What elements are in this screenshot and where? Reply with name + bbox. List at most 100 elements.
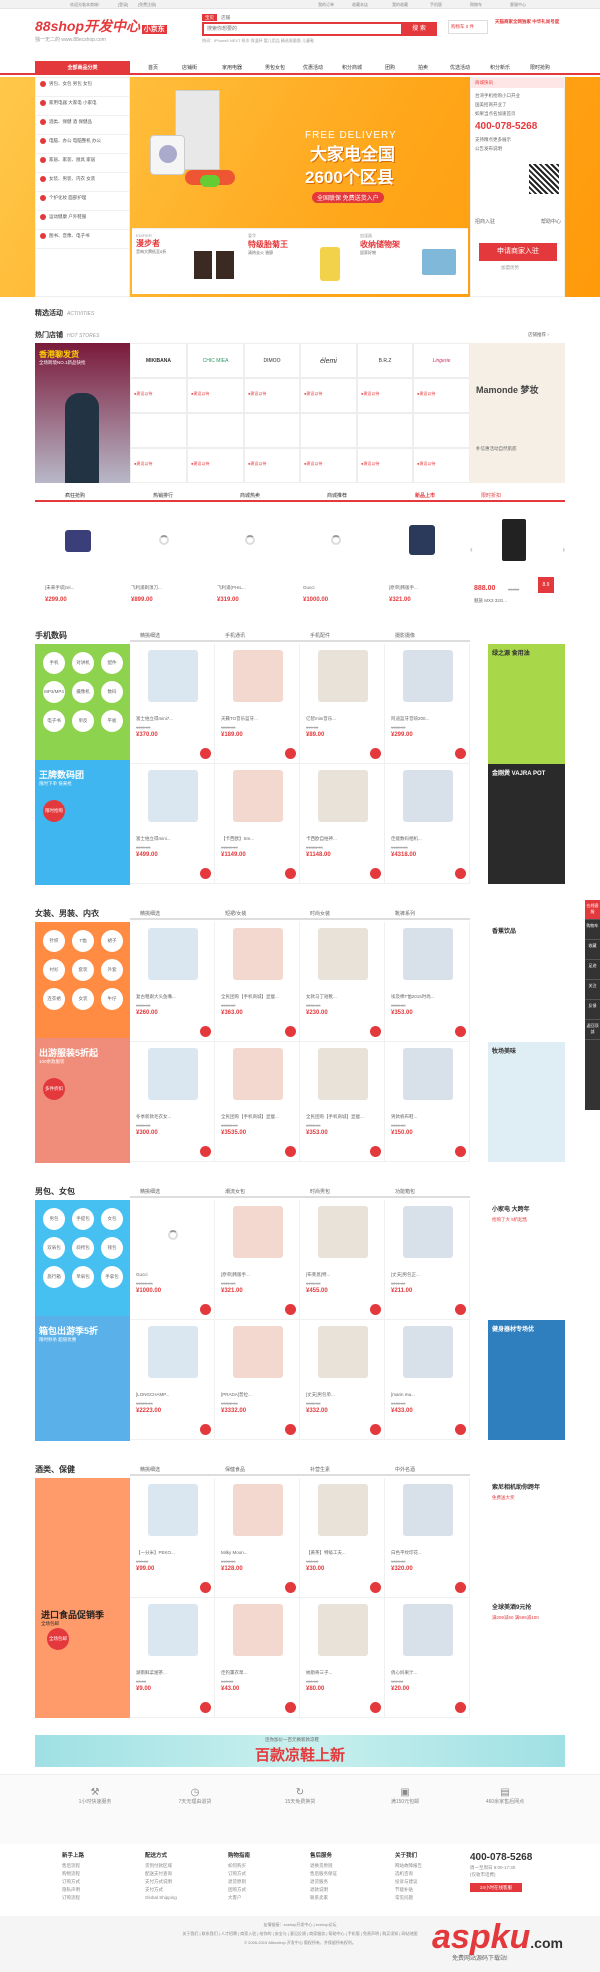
add-to-cart-icon[interactable] (285, 748, 296, 759)
product-card[interactable]: Milky Moon... ¥128.00 ¥128.00 (215, 1478, 300, 1598)
product-card[interactable]: 埃及棉T恤2015时尚... ¥353.00 ¥353.00 (385, 922, 470, 1042)
product-card[interactable]: 【黄茶】特级工夫... ¥30.00 ¥30.00 (300, 1478, 385, 1598)
category-circle[interactable]: 男包 (43, 1208, 65, 1230)
tab-mall-recommend[interactable]: 商城推荐 (327, 492, 347, 499)
shop-cell[interactable]: ●建设以待 (357, 448, 413, 483)
floor-tab[interactable]: 精挑细选 (140, 1466, 160, 1473)
add-to-cart-icon[interactable] (455, 1146, 466, 1157)
nav-item-points[interactable]: 积分商城 (342, 61, 362, 75)
sub-banner-2[interactable]: 爱华 特级胎菊王 清热去火 香醇 (248, 233, 356, 291)
search-tab-product[interactable]: 宝贝 (202, 14, 217, 21)
flash-sale-box[interactable]: ‹ › 8.9 888.00 ¥1000 魅族 MX3 32G... (470, 505, 565, 610)
add-to-cart-icon[interactable] (285, 1582, 296, 1593)
add-to-cart-icon[interactable] (370, 1304, 381, 1315)
tab-new-arrivals[interactable]: 新品上市 (415, 492, 435, 499)
nav-item-points-fun[interactable]: 积分新乐 (490, 61, 510, 75)
floor-tab[interactable]: 靴裤系列 (395, 910, 415, 917)
add-to-cart-icon[interactable] (200, 1304, 211, 1315)
online-service-button[interactable]: 24小时在线客服 (470, 1883, 522, 1892)
product-card[interactable]: 全民团购【手机商城】显瘦... ¥3535.00 ¥3535.00 (215, 1042, 300, 1162)
floor-tab[interactable]: 中外名酒 (395, 1466, 415, 1473)
product-card[interactable]: 冬季新款毛衣女... ¥350.00 ¥300.00 (130, 1042, 215, 1162)
login-link[interactable]: [登录] (118, 2, 128, 8)
category-circle[interactable]: 衬衫 (43, 959, 65, 981)
floor-tab[interactable]: 补营生素 (310, 1466, 330, 1473)
category-circle[interactable]: 双肩包 (43, 1237, 65, 1259)
product-card[interactable]: 卡西欧自拍神... ¥1888.00 ¥1148.00 (300, 764, 385, 884)
tab-flash-discount[interactable]: 限时折扣 (481, 492, 501, 499)
product-card[interactable]: 飞利浦(PHIL... ¥319.00 (207, 505, 293, 610)
shop-cell[interactable] (357, 413, 413, 448)
category-circle[interactable]: 配件 (101, 652, 123, 674)
category-circle[interactable]: 电子书 (43, 710, 65, 732)
add-to-cart-icon[interactable] (370, 748, 381, 759)
product-card[interactable]: [LONGCHAMP... ¥2223.00 ¥2223.00 (130, 1320, 215, 1440)
news-item[interactable]: 如果当点名加速首页 (475, 109, 560, 118)
shop-cell[interactable]: ●建设以待 (300, 448, 357, 483)
floor-promo[interactable]: 出游服装5折起 100余款服装 多件折扣 (35, 1038, 130, 1163)
dock-item[interactable]: 反馈 (585, 1000, 600, 1020)
product-card[interactable]: [原单]韩版手... ¥321.00 (379, 505, 465, 610)
floor-right-ad[interactable]: 绿之源 食用油 (488, 644, 565, 764)
dock-item[interactable]: 返回顶部 (585, 1020, 600, 1040)
shop-brand[interactable]: Lingerie (413, 343, 470, 378)
product-card[interactable]: 佳能数码相机... ¥4699.00 ¥4318.00 (385, 764, 470, 884)
mamonde-ad[interactable]: Mamonde 梦妆 朴信惠活动自然肌底 (470, 343, 565, 483)
floor-tab[interactable]: 精挑细选 (140, 910, 160, 917)
floor-right-ad[interactable]: 香蕉饮品 (488, 922, 565, 1042)
category-circle[interactable]: 摄像机 (72, 681, 94, 703)
add-to-cart-icon[interactable] (370, 1582, 381, 1593)
category-circle[interactable]: MP3/MP4 (43, 681, 65, 703)
shop-cell[interactable] (187, 413, 244, 448)
category-circle[interactable]: 女包 (101, 1208, 123, 1230)
mobile-link[interactable]: 手机版 (430, 2, 442, 8)
add-to-cart-icon[interactable] (285, 1424, 296, 1435)
product-card[interactable]: 亿智mini音乐... ¥99.00 ¥89.00 (300, 644, 385, 764)
product-card[interactable]: [丈夫]男包正... ¥211.00 ¥211.00 (385, 1200, 470, 1320)
add-to-cart-icon[interactable] (285, 1146, 296, 1157)
shop-brand[interactable]: CHIC MIEA (187, 343, 244, 378)
product-card[interactable]: 【一分米】PEKO... ¥99.00 ¥99.00 (130, 1478, 215, 1598)
floor-right-ad[interactable]: 全球美酒9元抢 满299减50 满599减100 (488, 1598, 565, 1718)
prev-arrow-icon[interactable]: ‹ (470, 545, 473, 554)
floor-tab[interactable]: 精挑细选 (140, 632, 160, 639)
tab-help[interactable]: 帮助中心 (541, 218, 561, 225)
side-menu-item[interactable]: 个护化妆 面部护理 (36, 192, 129, 211)
search-tab-shop[interactable]: 店铺 (218, 14, 233, 21)
add-to-cart-icon[interactable] (455, 1702, 466, 1713)
product-card[interactable]: 纳斯奇三子... ¥80.00 ¥80.00 (300, 1598, 385, 1718)
shop-cell[interactable]: ●建设以待 (130, 448, 187, 483)
product-card[interactable]: 全民团购【手机商城】显瘦... ¥353.00 ¥353.00 (300, 1042, 385, 1162)
category-circle[interactable]: 牛仔 (101, 988, 123, 1010)
category-circle[interactable]: 钱包 (101, 1237, 123, 1259)
floor-tab[interactable]: 手机配件 (310, 632, 330, 639)
add-to-cart-icon[interactable] (455, 1582, 466, 1593)
floor-tab[interactable]: 保健食品 (225, 1466, 245, 1473)
add-to-cart-icon[interactable] (285, 868, 296, 879)
shop-brand[interactable]: B.R.Z (357, 343, 413, 378)
product-card[interactable]: 湖南鲜菜湘茶... ¥9.00 ¥9.00 (130, 1598, 215, 1718)
category-circle[interactable]: 裙子 (101, 930, 123, 952)
favorite-shop-link[interactable]: 收藏本店 (352, 2, 368, 8)
floor-tab[interactable]: 手机通讯 (225, 632, 245, 639)
shop-cell[interactable] (130, 413, 187, 448)
add-to-cart-icon[interactable] (455, 868, 466, 879)
product-card[interactable]: 复古粗跟大头鱼嘴... ¥300.00 ¥260.00 (130, 922, 215, 1042)
product-card[interactable]: [PRADA]普拉... ¥3332.00 ¥3332.00 (215, 1320, 300, 1440)
product-card[interactable]: 富士拍立得mini7... ¥450.00 ¥370.00 (130, 644, 215, 764)
floor-promo[interactable]: 进口食品促销季 全场包邮 全场包邮 (35, 1478, 130, 1718)
nav-item-promotions[interactable]: 优惠活动 (303, 61, 323, 75)
add-to-cart-icon[interactable] (455, 1424, 466, 1435)
product-card[interactable]: 白色平纹印花... ¥320.00 ¥320.00 (385, 1478, 470, 1598)
category-circle[interactable]: 连衣裙 (43, 988, 65, 1010)
dock-item[interactable]: 购物车 (585, 920, 600, 940)
news-item[interactable]: 台湾手机抢购小口开业 (475, 91, 560, 100)
product-card[interactable]: Gucci ¥1000.00 ¥1000.00 (130, 1200, 215, 1320)
add-to-cart-icon[interactable] (200, 1146, 211, 1157)
category-circle[interactable]: 数码 (101, 681, 123, 703)
add-to-cart-icon[interactable] (455, 1304, 466, 1315)
add-to-cart-icon[interactable] (200, 1424, 211, 1435)
hot-shops-promo[interactable]: 香港聊发货 全场跨境NO.1新品快抢 (35, 343, 130, 483)
dock-item[interactable]: 收藏 (585, 940, 600, 960)
floor-right-ad[interactable]: 索尼相机助你跨年 免费送大奖 (488, 1478, 565, 1598)
